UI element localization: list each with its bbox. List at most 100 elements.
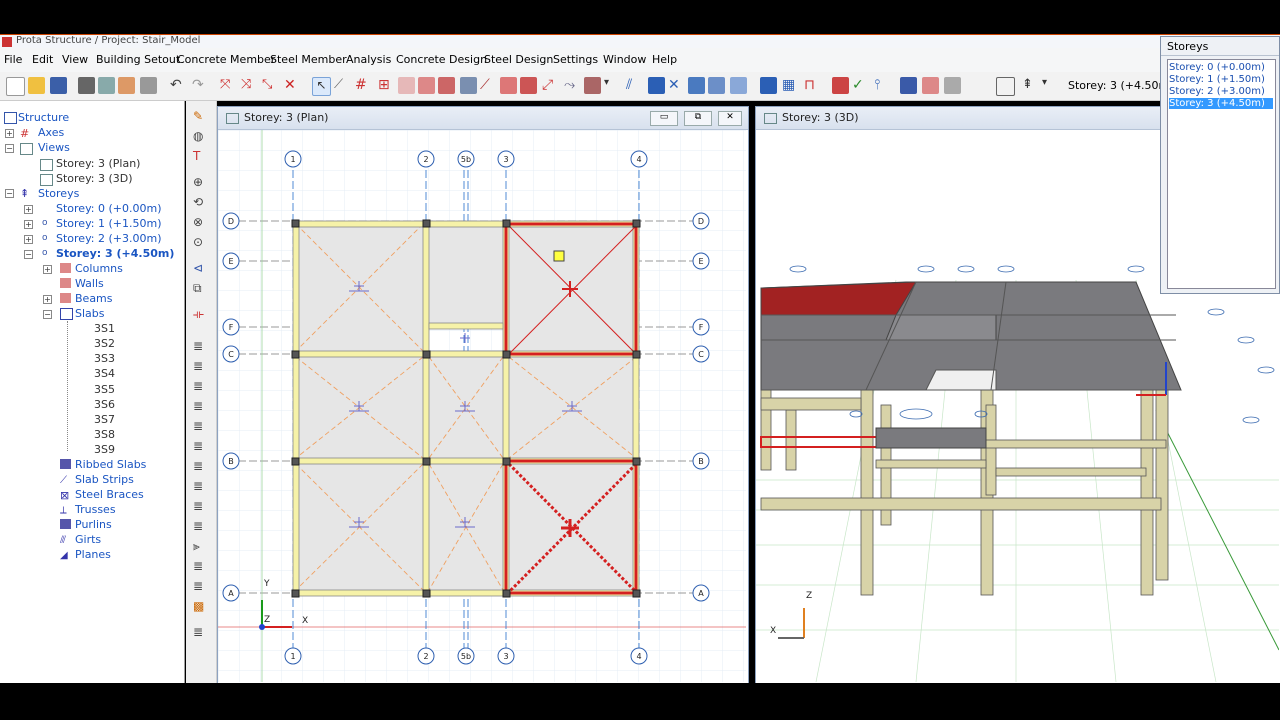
tree-purlins[interactable]: Purlins	[75, 518, 112, 531]
deselect-icon[interactable]: ⤨	[241, 77, 258, 94]
menu-concrete-member[interactable]: Concrete Member	[177, 53, 275, 66]
stack-icon-3[interactable]: ≣	[193, 379, 209, 393]
clipboard-icon[interactable]	[140, 77, 157, 94]
list-icon[interactable]	[996, 77, 1015, 96]
slab-icon[interactable]	[460, 77, 477, 94]
tree-slabs[interactable]: Slabs	[75, 307, 105, 320]
tree-slab-3s5[interactable]: 3S5	[94, 383, 115, 396]
stack-icon-5[interactable]: ≣	[193, 419, 209, 433]
storeys-list-item-3[interactable]: Storey: 3 (+4.50m)	[1169, 98, 1273, 109]
stack-icon-8[interactable]: ≣	[193, 479, 209, 493]
stack-icon-1[interactable]: ≣	[193, 339, 209, 353]
table-icon[interactable]	[118, 77, 135, 94]
verify-icon[interactable]: ✓	[852, 77, 869, 94]
tree-ribbed-slabs[interactable]: Ribbed Slabs	[75, 458, 146, 471]
tree-trusses[interactable]: Trusses	[75, 503, 116, 516]
collapse-toggle[interactable]: −	[24, 250, 33, 259]
save-icon[interactable]	[50, 77, 67, 94]
wall-icon[interactable]	[418, 77, 435, 94]
redo-icon[interactable]: ↷	[192, 77, 209, 94]
collapse-toggle[interactable]: −	[5, 144, 14, 153]
storeys-list-item-2[interactable]: Storey: 2 (+3.00m)	[1169, 86, 1273, 97]
truss-icon[interactable]: ⫸	[193, 539, 209, 553]
new-file-icon[interactable]	[6, 77, 25, 96]
stack-icon-6[interactable]: ≣	[193, 439, 209, 453]
tree-planes[interactable]: Planes	[75, 548, 111, 561]
tree-steel-braces[interactable]: Steel Braces	[75, 488, 144, 501]
stack-icon-12[interactable]: ≣	[193, 579, 209, 593]
maximize-button[interactable]: ⧉	[684, 111, 712, 126]
grid-icon[interactable]: ▦	[782, 77, 799, 94]
tree-walls[interactable]: Walls	[75, 277, 104, 290]
expand-toggle[interactable]: +	[43, 295, 52, 304]
line-tool-icon[interactable]: ⟋	[334, 77, 351, 94]
foundation-icon[interactable]	[520, 77, 537, 94]
collapse-toggle[interactable]: −	[5, 189, 14, 198]
check-icon[interactable]	[832, 77, 849, 94]
tree-storey-2[interactable]: Storey: 2 (+3.00m)	[56, 232, 162, 245]
stack-icon-11[interactable]: ≣	[193, 559, 209, 573]
select-tool-icon[interactable]: ⤧	[220, 77, 237, 94]
expand-toggle[interactable]: +	[43, 265, 52, 274]
storeys-list-item-1[interactable]: Storey: 1 (+1.50m)	[1169, 74, 1273, 85]
undo-icon[interactable]: ↶	[170, 77, 187, 94]
copy-icon[interactable]	[708, 77, 725, 94]
layers-icon[interactable]	[730, 77, 747, 94]
menu-concrete-design[interactable]: Concrete Design	[396, 53, 487, 66]
stack-icon-4[interactable]: ≣	[193, 399, 209, 413]
filter-icon[interactable]: ⫯	[874, 77, 891, 94]
tree-slab-3s8[interactable]: 3S8	[94, 428, 115, 441]
building-icon[interactable]	[922, 77, 939, 94]
frame-icon[interactable]	[500, 77, 517, 94]
axis-tool-icon[interactable]: ⊞	[378, 77, 395, 94]
tree-storeys[interactable]: Storeys	[38, 187, 79, 200]
collapse-toggle[interactable]: −	[43, 310, 52, 319]
storeys-list-item-0[interactable]: Storey: 0 (+0.00m)	[1169, 62, 1273, 73]
plan-canvas[interactable]: 1 2 5b 3 4 1 2 5b 3 4 D E F C B A D E F …	[218, 130, 746, 682]
menu-file[interactable]: File	[4, 53, 22, 66]
arrow-icon[interactable]: ⊲	[193, 261, 209, 275]
rotate-icon[interactable]: ⟲	[193, 195, 209, 209]
minimize-button[interactable]: ▭	[650, 111, 678, 126]
tree-storey-1[interactable]: Storey: 1 (+1.50m)	[56, 217, 162, 230]
tree-structure[interactable]: Structure	[18, 111, 69, 124]
frame-view-icon[interactable]: ⊓	[804, 77, 821, 94]
pencil-icon[interactable]: ✎	[193, 109, 209, 123]
open-folder-icon[interactable]	[28, 77, 45, 94]
stack-icon-13[interactable]: ≣	[193, 625, 209, 639]
beam-icon[interactable]	[438, 77, 455, 94]
menu-analysis[interactable]: Analysis	[346, 53, 391, 66]
grid-tool-icon[interactable]: #	[355, 77, 372, 94]
stack-icon-9[interactable]: ≣	[193, 499, 209, 513]
pointer-icon[interactable]: ↖	[312, 77, 331, 96]
chart-icon[interactable]	[760, 77, 777, 94]
tree-slab-3s1[interactable]: 3S1	[94, 322, 115, 335]
stack-icon-2[interactable]: ≣	[193, 359, 209, 373]
tree-slab-strips[interactable]: Slab Strips	[75, 473, 134, 486]
zoom-extent-icon[interactable]: ⊗	[193, 215, 209, 229]
tree-slab-3s9[interactable]: 3S9	[94, 443, 115, 456]
close-button[interactable]: ✕	[718, 111, 742, 126]
menu-window[interactable]: Window	[603, 53, 646, 66]
print-preview-icon[interactable]	[98, 77, 115, 94]
chevron-down-icon-2[interactable]: ▾	[1042, 77, 1059, 94]
dimension-icon[interactable]: ⫽	[626, 77, 643, 94]
move-icon[interactable]	[688, 77, 705, 94]
stack-icon-10[interactable]: ≣	[193, 519, 209, 533]
tree-slab-3s6[interactable]: 3S6	[94, 398, 115, 411]
tree-beams[interactable]: Beams	[75, 292, 113, 305]
section-icon[interactable]	[648, 77, 665, 94]
menu-edit[interactable]: Edit	[32, 53, 53, 66]
expand-toggle[interactable]: +	[24, 220, 33, 229]
tree-slab-3s4[interactable]: 3S4	[94, 367, 115, 380]
tree-slab-3s2[interactable]: 3S2	[94, 337, 115, 350]
tree-columns[interactable]: Columns	[75, 262, 123, 275]
render-icon[interactable]	[900, 77, 917, 94]
menu-help[interactable]: Help	[652, 53, 677, 66]
tree-storey-3-active[interactable]: Storey: 3 (+4.50m)	[56, 247, 174, 260]
menu-settings[interactable]: Settings	[553, 53, 598, 66]
globe-icon[interactable]: ◍	[193, 129, 209, 143]
dimension-icon[interactable]: ⟛	[193, 307, 209, 321]
menu-steel-member[interactable]: Steel Member	[270, 53, 347, 66]
pattern-icon[interactable]: ▩	[193, 599, 209, 613]
